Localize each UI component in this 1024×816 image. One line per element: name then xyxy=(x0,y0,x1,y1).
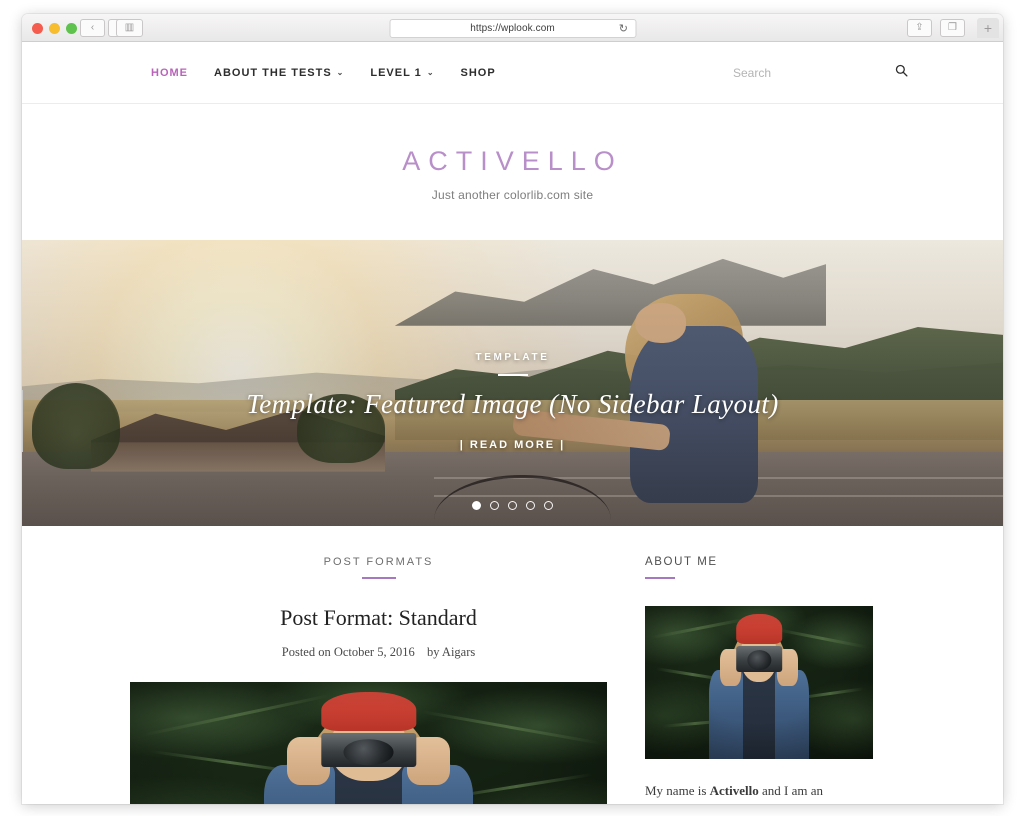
about-brand-activello: Activello xyxy=(709,783,759,798)
post-featured-image[interactable] xyxy=(130,682,607,804)
browser-window: ‹ › ▥ https://wplook.com ↻ ⇪ ❐ + HOME AB… xyxy=(22,14,1003,804)
hero-read-more-button[interactable]: | READ MORE | xyxy=(460,439,566,451)
search-area[interactable] xyxy=(733,64,908,82)
about-me-image xyxy=(645,606,873,759)
minimize-window-button[interactable] xyxy=(49,23,60,34)
slider-dot-1[interactable] xyxy=(472,501,481,510)
post-date[interactable]: Posted on October 5, 2016 xyxy=(282,645,415,659)
slider-pagination[interactable] xyxy=(22,501,1003,510)
sidebar-toggle-icon[interactable]: ▥ xyxy=(116,19,143,37)
share-icon[interactable]: ⇪ xyxy=(907,19,932,37)
primary-navigation: HOME ABOUT THE TESTS ⌄ LEVEL 1 ⌄ SHOP xyxy=(151,67,496,79)
slider-dot-5[interactable] xyxy=(544,501,553,510)
about-me-text: My name is Activello and I am an awesome… xyxy=(645,778,873,804)
hero-category[interactable]: TEMPLATE xyxy=(22,352,1003,363)
toolbar-right-buttons[interactable]: ⇪ ❐ xyxy=(907,19,965,37)
chevron-down-icon: ⌄ xyxy=(426,68,435,77)
sidebar: ABOUT ME My name is Activello and I am a… xyxy=(645,556,895,804)
address-bar[interactable]: https://wplook.com ↻ xyxy=(389,19,636,38)
nav-item-about-the-tests[interactable]: ABOUT THE TESTS ⌄ xyxy=(214,67,344,79)
post-meta: Posted on October 5, 2016 by Aigars xyxy=(130,645,627,660)
search-input[interactable] xyxy=(733,65,873,80)
slider-dot-3[interactable] xyxy=(508,501,517,510)
nav-item-level-1[interactable]: LEVEL 1 ⌄ xyxy=(370,67,434,79)
page-viewport: HOME ABOUT THE TESTS ⌄ LEVEL 1 ⌄ SHOP Se… xyxy=(22,42,1003,804)
reload-icon[interactable]: ↻ xyxy=(619,22,628,35)
widget-title-about-me: ABOUT ME xyxy=(645,556,718,568)
post-author[interactable]: by Aigars xyxy=(427,645,475,659)
section-heading: POST FORMATS xyxy=(130,556,627,579)
show-tabs-icon[interactable]: ❐ xyxy=(940,19,965,37)
slider-dot-2[interactable] xyxy=(490,501,499,510)
site-title[interactable]: ACTIVELLO xyxy=(22,146,1003,177)
main-column: POST FORMATS Post Format: Standard Poste… xyxy=(22,556,627,804)
nav-item-home[interactable]: HOME xyxy=(151,67,188,79)
slider-dot-4[interactable] xyxy=(526,501,535,510)
hero-title[interactable]: Template: Featured Image (No Sidebar Lay… xyxy=(22,389,1003,420)
nav-label: LEVEL 1 xyxy=(370,66,422,79)
hero-caption: TEMPLATE Template: Featured Image (No Si… xyxy=(22,352,1003,453)
back-button[interactable]: ‹ xyxy=(80,19,105,37)
close-window-button[interactable] xyxy=(32,23,43,34)
nav-label: HOME xyxy=(151,66,188,79)
nav-item-shop[interactable]: SHOP xyxy=(461,67,496,79)
hero-slider[interactable]: TEMPLATE Template: Featured Image (No Si… xyxy=(22,240,1003,526)
search-icon[interactable] xyxy=(895,64,908,82)
nav-label: ABOUT THE TESTS xyxy=(214,66,332,79)
browser-titlebar: ‹ › ▥ https://wplook.com ↻ ⇪ ❐ + xyxy=(22,14,1003,42)
content-area: POST FORMATS Post Format: Standard Poste… xyxy=(22,390,1003,804)
site-header: HOME ABOUT THE TESTS ⌄ LEVEL 1 ⌄ SHOP xyxy=(22,42,1003,104)
window-controls[interactable] xyxy=(32,23,77,34)
widget-divider xyxy=(645,577,675,579)
section-label: POST FORMATS xyxy=(323,556,434,568)
maximize-window-button[interactable] xyxy=(66,23,77,34)
chevron-down-icon: ⌄ xyxy=(336,68,345,77)
url-text: https://wplook.com xyxy=(470,23,555,34)
content-left-rule xyxy=(22,390,23,452)
site-branding: ACTIVELLO Just another colorlib.com site xyxy=(22,104,1003,240)
new-tab-button[interactable]: + xyxy=(977,18,999,38)
site-tagline: Just another colorlib.com site xyxy=(431,188,594,202)
about-text-part-1: My name is xyxy=(645,783,710,798)
hero-divider xyxy=(497,374,528,376)
post-title[interactable]: Post Format: Standard xyxy=(130,605,627,631)
section-divider xyxy=(361,577,396,579)
nav-label: SHOP xyxy=(460,66,496,79)
